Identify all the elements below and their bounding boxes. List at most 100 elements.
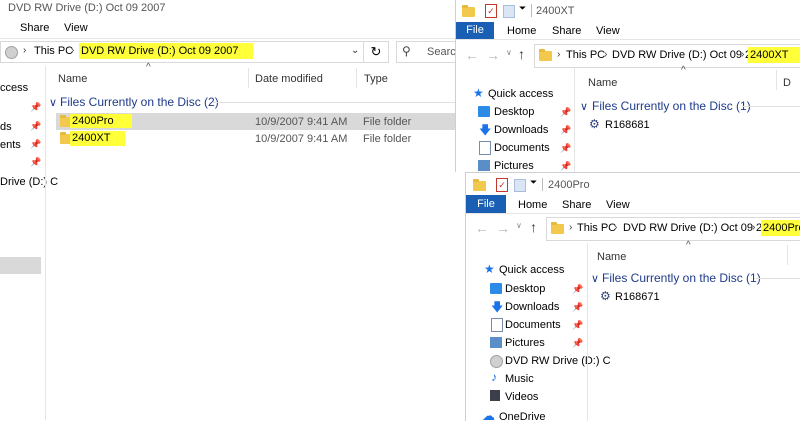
new-folder-icon[interactable] — [503, 5, 515, 18]
downloads-icon: 🡇 — [491, 300, 504, 314]
recent-locations-icon[interactable]: ∨ — [516, 221, 522, 230]
ribbon-divider — [0, 38, 455, 39]
nav-downloads[interactable]: ds — [0, 121, 12, 133]
tab-share[interactable]: Share — [20, 22, 49, 34]
pin-icon: 📌 — [560, 143, 572, 153]
properties-icon[interactable]: ✓ — [496, 178, 508, 192]
column-divider — [356, 68, 357, 88]
breadcrumb-dvd-drive[interactable]: DVD RW Drive (D:) Oct 09 2007 — [623, 222, 781, 234]
tab-file[interactable]: File — [466, 195, 506, 213]
nav-quick-access[interactable]: Quick access — [488, 88, 553, 100]
nav-dvd-drive[interactable]: DVD RW Drive (D:) C — [505, 355, 611, 367]
tab-home[interactable]: Home — [518, 199, 547, 211]
nav-desktop[interactable]: Desktop — [505, 283, 545, 295]
tab-file[interactable]: File — [456, 22, 494, 39]
breadcrumb-this-pc[interactable]: This PC — [566, 49, 605, 61]
chevron-down-icon[interactable]: ⌄ — [351, 45, 359, 56]
nav-documents[interactable]: Documents — [505, 319, 561, 331]
table-row[interactable]: 2400Pro 10/9/2007 9:41 AM File folder — [56, 113, 455, 130]
column-name[interactable]: Name — [588, 77, 617, 89]
breadcrumb-2400xt[interactable]: 2400XT — [748, 47, 800, 63]
group-header[interactable]: Files Currently on the Disc (1) — [592, 99, 751, 113]
column-partial[interactable]: D — [783, 77, 791, 89]
title-divider — [542, 178, 543, 191]
pin-icon: 📌 — [30, 102, 42, 112]
nav-pictures[interactable]: Pictures — [505, 337, 545, 349]
breadcrumb-this-pc[interactable]: This PC — [577, 222, 616, 234]
explorer-window-2400xt: ✓ ⏷ 2400XT File Home Share View ← → ∨ ↑ … — [455, 0, 800, 172]
nav-quick-access[interactable]: Quick access — [499, 264, 564, 276]
desktop-icon — [490, 283, 502, 294]
up-arrow-icon[interactable]: ↑ — [518, 46, 525, 62]
column-type[interactable]: Type — [364, 73, 388, 85]
tab-view[interactable]: View — [606, 199, 630, 211]
group-header[interactable]: Files Currently on the Disc (1) — [602, 271, 761, 285]
search-box[interactable]: ⚲ Search — [396, 41, 455, 63]
window-title: 2400XT — [536, 5, 575, 17]
folder-icon — [473, 179, 486, 191]
tab-view[interactable]: View — [64, 22, 88, 34]
forward-arrow-icon[interactable]: → — [486, 47, 500, 63]
chevron-down-icon[interactable]: ∨ — [591, 272, 599, 285]
up-arrow-icon[interactable]: ↑ — [530, 219, 537, 235]
chevron-down-icon[interactable]: ∨ — [580, 100, 588, 113]
breadcrumb-dvd-drive[interactable]: DVD RW Drive (D:) Oct 09 2007 — [612, 49, 770, 61]
file-name: R168671 — [615, 291, 660, 303]
sort-up-icon: ^ — [686, 240, 691, 251]
nav-selected-item[interactable] — [0, 257, 41, 274]
drive-icon — [5, 46, 18, 59]
chevron-right-icon: › — [614, 222, 618, 233]
back-arrow-icon[interactable]: ← — [465, 47, 479, 63]
column-date-modified[interactable]: Date modified — [255, 73, 323, 85]
qat-dropdown-icon[interactable]: ⏷ — [519, 3, 526, 14]
nav-downloads[interactable]: Downloads — [505, 301, 559, 313]
group-header-rule — [742, 106, 800, 107]
address-bar[interactable]: › This PC › DVD RW Drive (D:) Oct 09 200… — [546, 217, 800, 241]
tab-share[interactable]: Share — [552, 25, 581, 37]
nav-downloads[interactable]: Downloads — [494, 124, 548, 136]
group-header[interactable]: Files Currently on the Disc (2) — [60, 95, 219, 109]
breadcrumb-dvd-drive[interactable]: DVD RW Drive (D:) Oct 09 2007 — [79, 43, 253, 59]
properties-icon[interactable]: ✓ — [485, 4, 497, 18]
qat-dropdown-icon[interactable]: ⏷ — [530, 177, 537, 188]
nav-pane-divider — [45, 66, 46, 420]
table-row[interactable]: 2400XT 10/9/2007 9:41 AM File folder — [56, 130, 455, 147]
row-type: File folder — [363, 133, 412, 145]
column-name[interactable]: Name — [58, 73, 87, 85]
list-item[interactable]: ⚙ R168671 — [597, 289, 717, 306]
chevron-down-icon[interactable]: ∨ — [49, 96, 57, 109]
nav-quick-access[interactable]: ccess — [0, 82, 28, 94]
nav-documents[interactable]: Documents — [494, 142, 550, 154]
new-folder-icon[interactable] — [514, 179, 526, 192]
column-divider — [248, 68, 249, 88]
nav-desktop[interactable]: Desktop — [494, 106, 534, 118]
documents-icon — [479, 141, 491, 155]
nav-music[interactable]: Music — [505, 373, 534, 385]
column-name[interactable]: Name — [597, 251, 626, 263]
recent-locations-icon[interactable]: ∨ — [506, 48, 512, 57]
folder-icon — [539, 49, 552, 61]
address-bar[interactable]: › This PC › DVD RW Drive (D:) Oct 09 200… — [534, 44, 800, 68]
back-arrow-icon[interactable]: ← — [475, 220, 489, 236]
documents-icon — [491, 318, 503, 332]
nav-dvd-drive[interactable]: Drive (D:) C — [0, 176, 58, 188]
pin-icon: 📌 — [30, 121, 42, 131]
sort-up-icon: ^ — [681, 65, 686, 76]
breadcrumb-this-pc[interactable]: This PC — [34, 45, 73, 57]
tab-share[interactable]: Share — [562, 199, 591, 211]
pin-icon: 📌 — [572, 302, 584, 312]
refresh-button[interactable]: ↻ — [363, 41, 389, 63]
address-bar[interactable]: › This PC › DVD RW Drive (D:) Oct 09 200… — [0, 41, 364, 63]
list-item[interactable]: ⚙ R168681 — [586, 117, 706, 134]
chevron-right-icon: › — [23, 45, 27, 56]
nav-documents[interactable]: ents — [0, 139, 21, 151]
breadcrumb-2400pro[interactable]: 2400Pro — [761, 220, 800, 236]
star-icon: ★ — [473, 86, 484, 100]
tab-home[interactable]: Home — [507, 25, 536, 37]
nav-videos[interactable]: Videos — [505, 391, 538, 403]
forward-arrow-icon[interactable]: → — [496, 220, 510, 236]
chevron-right-icon: › — [741, 49, 745, 60]
videos-icon — [490, 390, 500, 401]
tab-view[interactable]: View — [596, 25, 620, 37]
nav-pictures[interactable]: Pictures — [494, 160, 534, 172]
